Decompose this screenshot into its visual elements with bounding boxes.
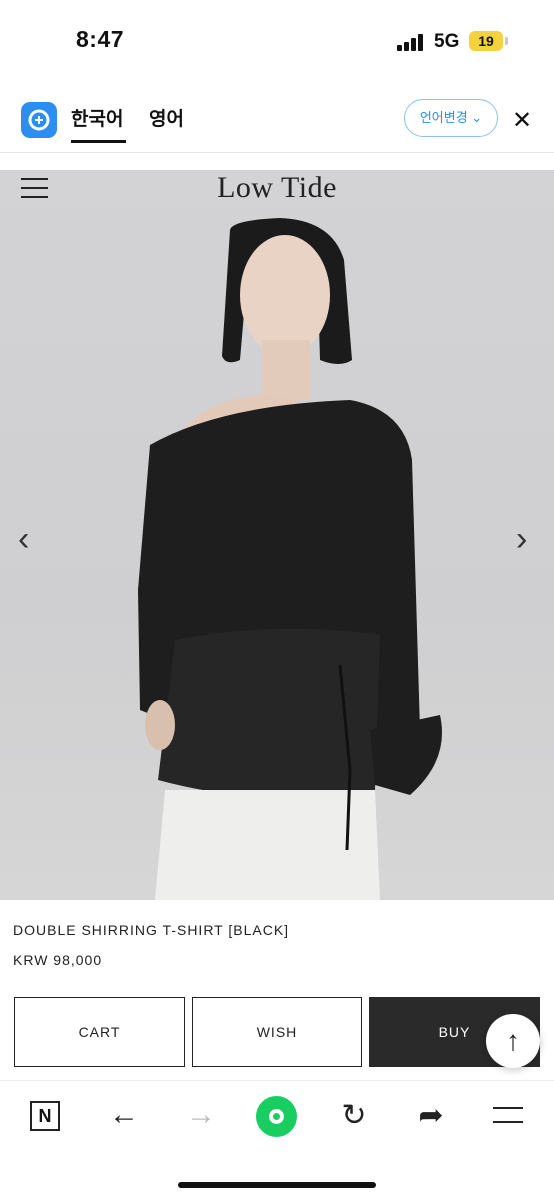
chevron-left-icon[interactable]: ‹ bbox=[18, 520, 29, 559]
hamburger-icon[interactable] bbox=[21, 178, 48, 198]
share-icon[interactable]: ➦ bbox=[411, 1098, 451, 1133]
product-name: DOUBLE SHIRRING T-SHIRT [BLACK] bbox=[13, 922, 290, 938]
change-language-label: 언어변경 bbox=[419, 110, 468, 125]
home-dot-icon[interactable] bbox=[256, 1096, 297, 1137]
product-image[interactable] bbox=[0, 170, 554, 900]
chevron-down-icon: ⌄ bbox=[471, 110, 483, 125]
tab-korean[interactable]: 한국어 bbox=[71, 104, 123, 131]
scroll-to-top-icon[interactable]: ↑ bbox=[486, 1014, 540, 1068]
reload-icon[interactable]: ↻ bbox=[334, 1098, 374, 1133]
translate-logo-icon bbox=[21, 102, 57, 138]
cellular-signal-icon bbox=[397, 33, 427, 51]
naver-n-icon[interactable]: N bbox=[30, 1101, 60, 1131]
cart-button[interactable]: CART bbox=[14, 997, 185, 1067]
network-type: 5G bbox=[434, 31, 460, 52]
battery-icon: 19 bbox=[469, 31, 503, 51]
brand-logo[interactable]: Low Tide bbox=[0, 171, 554, 205]
menu-icon[interactable] bbox=[493, 1107, 523, 1123]
wish-button[interactable]: WISH bbox=[192, 997, 362, 1067]
status-time: 8:47 bbox=[76, 26, 125, 52]
home-indicator bbox=[178, 1182, 376, 1188]
tab-english[interactable]: 영어 bbox=[149, 104, 184, 131]
battery-tip bbox=[505, 37, 508, 45]
chevron-right-icon[interactable]: › bbox=[516, 520, 527, 559]
change-language-button[interactable]: 언어변경 ⌄ bbox=[404, 99, 498, 137]
forward-arrow-icon[interactable]: → bbox=[181, 1098, 221, 1132]
back-arrow-icon[interactable]: ← bbox=[104, 1098, 144, 1132]
product-price: KRW 98,000 bbox=[13, 952, 103, 968]
close-icon[interactable]: ✕ bbox=[512, 106, 532, 135]
active-tab-indicator bbox=[71, 140, 126, 143]
